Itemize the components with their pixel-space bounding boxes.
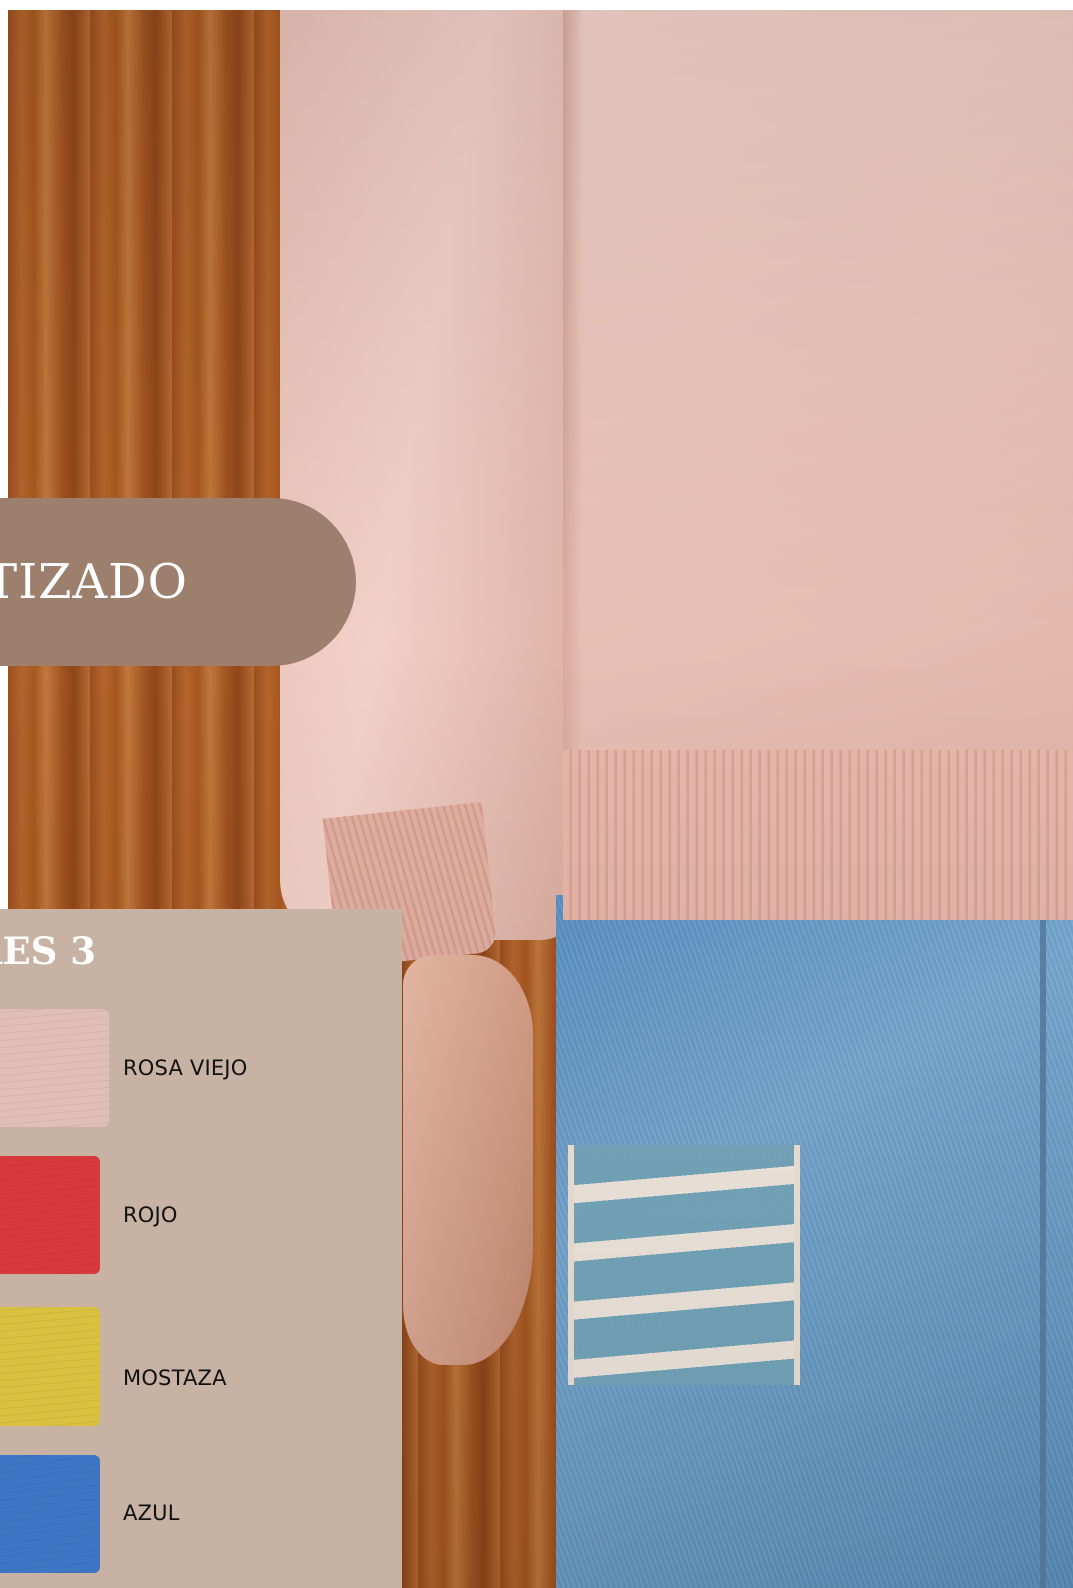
swatch-label: AZUL — [123, 1501, 180, 1525]
colors-panel-title: RES 3 — [0, 929, 96, 973]
jeans-seam — [1040, 895, 1046, 1588]
colors-panel: RES 3 ROSA VIEJO ROJO MOSTAZA AZUL — [0, 909, 402, 1588]
jeans-distress — [568, 1145, 800, 1385]
swatch-label: ROSA VIEJO — [123, 1056, 248, 1080]
swatch-label: MOSTAZA — [123, 1366, 227, 1390]
swatch-azul — [0, 1455, 100, 1573]
swatch-label: ROJO — [123, 1203, 178, 1227]
product-name: TIZADO — [0, 554, 188, 610]
product-name-pill: TIZADO — [0, 498, 356, 666]
swatch-rojo — [0, 1156, 100, 1274]
sweater-hem — [563, 750, 1073, 920]
hand — [403, 955, 533, 1365]
swatch-rosa-viejo — [0, 1009, 109, 1127]
swatch-mostaza — [0, 1307, 100, 1426]
sweater-sleeve — [280, 10, 580, 940]
